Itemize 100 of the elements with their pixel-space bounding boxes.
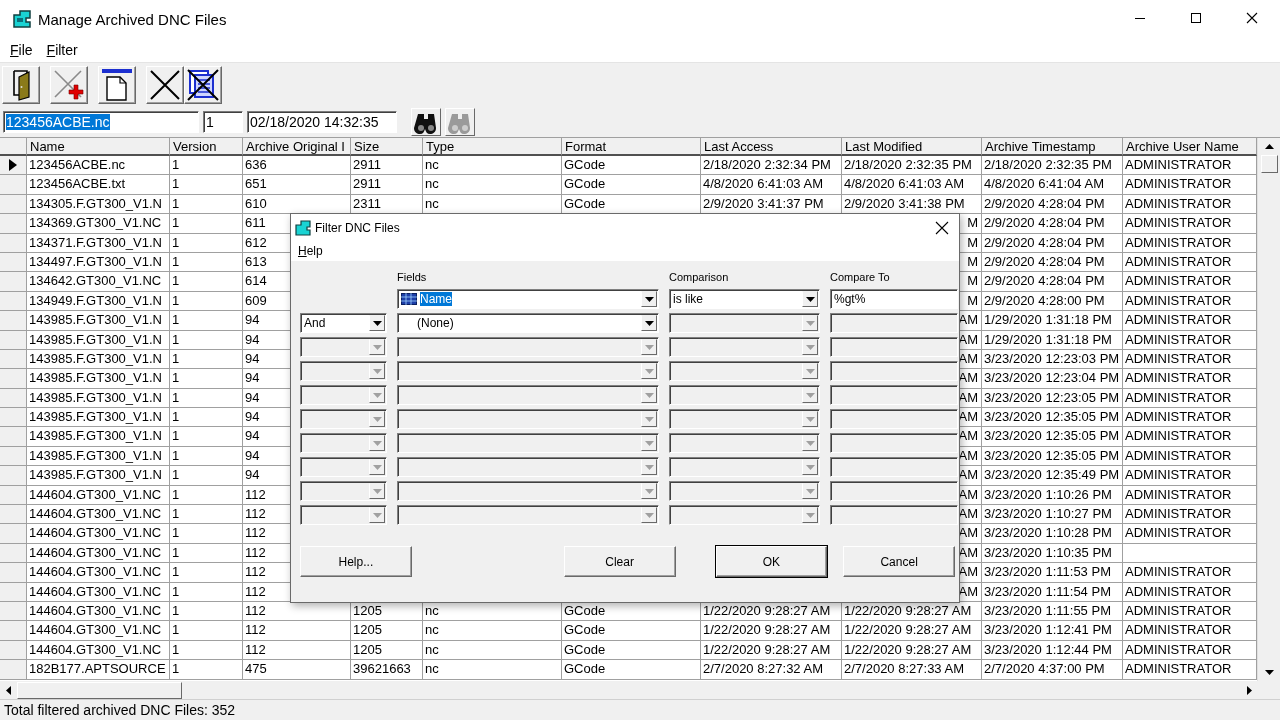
table-cell: 1: [170, 330, 243, 350]
dropdown-arrow-icon: [372, 440, 382, 446]
column-header[interactable]: Type: [423, 138, 562, 156]
cross-icon: [150, 70, 180, 100]
table-cell: 1/29/2020 1:31:18 PM: [982, 311, 1123, 331]
table-cell: 112: [243, 621, 351, 641]
dropdown-arrow-icon: [372, 464, 382, 470]
table-cell: 1: [170, 214, 243, 234]
row-header[interactable]: [0, 156, 27, 176]
scroll-thumb[interactable]: [1260, 155, 1278, 173]
toolbar-button[interactable]: [98, 66, 136, 104]
door-icon: [11, 69, 31, 101]
table-cell: 4/8/2020 6:41:03 AM: [842, 175, 982, 195]
vertical-scrollbar[interactable]: [1257, 138, 1280, 681]
table-cell: 144604.GT300_V1.NC: [27, 543, 170, 564]
field-dropdown[interactable]: (None): [397, 313, 659, 333]
table-cell: 1: [170, 194, 243, 215]
table-cell: 144604.GT300_V1.NC: [27, 602, 170, 622]
table-cell: 2/9/2020 4:28:04 PM: [982, 233, 1123, 253]
menu-item[interactable]: Filter: [39, 42, 85, 58]
table-cell: 2/7/2020 4:37:00 PM: [982, 660, 1123, 680]
find-button[interactable]: [411, 108, 441, 136]
column-header[interactable]: Last Access: [701, 138, 842, 156]
table-cell: 2/18/2020 2:32:35 PM: [982, 156, 1123, 176]
table-cell: 3/23/2020 1:10:35 PM: [982, 543, 1123, 564]
dropdown-arrow-icon: [372, 512, 382, 518]
dropdown-arrow-icon: [805, 440, 815, 446]
timestamp-field[interactable]: 02/18/2020 14:32:35: [247, 111, 397, 133]
table-cell: 1: [170, 175, 243, 195]
dialog-button[interactable]: OK: [715, 546, 828, 577]
menu-item[interactable]: File: [3, 42, 40, 58]
dropdown-arrow-icon: [805, 416, 815, 422]
table-cell: 39621663: [351, 660, 423, 680]
table-cell: 144604.GT300_V1.NC: [27, 640, 170, 661]
column-header[interactable]: Last Modified: [842, 138, 982, 156]
conjunction-dropdown[interactable]: And: [300, 313, 387, 333]
dropdown-arrow-icon: [805, 320, 815, 326]
table-cell: 3/23/2020 12:35:05 PM: [982, 408, 1123, 428]
table-cell: 651: [243, 175, 351, 195]
table-cell: 3/23/2020 12:35:05 PM: [982, 427, 1123, 447]
dialog-button[interactable]: Help...: [300, 546, 412, 577]
app-icon: [12, 9, 32, 29]
table-cell: 1: [170, 543, 243, 564]
column-label: Comparison: [669, 270, 730, 285]
table-cell: 2/18/2020 2:32:35 PM: [842, 156, 982, 176]
column-header[interactable]: Archive Original I: [243, 138, 351, 156]
table-cell: 134642.GT300_V1.NC: [27, 272, 170, 292]
toolbar-button[interactable]: [184, 66, 222, 104]
dialog-button[interactable]: Cancel: [843, 546, 955, 577]
table-cell: nc: [423, 640, 562, 661]
table-cell: 3/23/2020 12:23:04 PM: [982, 369, 1123, 389]
table-cell: 3/23/2020 1:11:55 PM: [982, 602, 1123, 622]
dropdown-arrow-icon: [372, 368, 382, 374]
table-cell: GCode: [562, 175, 701, 195]
dropdown-arrow-icon: [372, 344, 382, 350]
table-cell: 2/9/2020 4:28:04 PM: [982, 214, 1123, 234]
window-title: Manage Archived DNC Files: [38, 10, 227, 28]
column-header[interactable]: Format: [562, 138, 701, 156]
table-cell: 1: [170, 563, 243, 583]
comparison-dropdown[interactable]: is like: [669, 289, 820, 309]
scroll-thumb[interactable]: [17, 681, 182, 699]
name-field[interactable]: 123456ACBE.nc: [3, 111, 199, 133]
column-header[interactable]: Archive Timestamp: [982, 138, 1123, 156]
dialog-button[interactable]: Clear: [563, 546, 676, 577]
table-cell: 3/23/2020 1:10:26 PM: [982, 485, 1123, 506]
toolbar-button[interactable]: [50, 66, 88, 104]
table-cell: 144604.GT300_V1.NC: [27, 563, 170, 583]
column-header[interactable]: Name: [27, 138, 170, 156]
status-bar: Total filtered archived DNC Files: 352: [0, 699, 1280, 720]
table-cell: 3/23/2020 12:23:03 PM: [982, 349, 1123, 370]
column-header[interactable]: Size: [351, 138, 423, 156]
column-header[interactable]: Archive User Name: [1123, 138, 1257, 156]
table-cell: 112: [243, 640, 351, 661]
table-cell: 4/8/2020 6:41:04 AM: [982, 175, 1123, 195]
table-cell: 1/22/2020 9:28:27 AM: [701, 621, 842, 641]
table-cell: nc: [423, 175, 562, 195]
dropdown-arrow-icon: [644, 464, 654, 470]
table-cell: 3/23/2020 1:10:27 PM: [982, 505, 1123, 525]
toolbar-button[interactable]: [146, 66, 184, 104]
dropdown-arrow-icon: [644, 392, 654, 398]
table-cell: 143985.F.GT300_V1.N: [27, 446, 170, 467]
toolbar-button[interactable]: [2, 66, 40, 104]
table-cell: 1: [170, 427, 243, 447]
table-cell: GCode: [562, 660, 701, 680]
column-label: Fields: [397, 270, 428, 285]
compare-to-field[interactable]: %gt%: [830, 289, 958, 309]
table-cell: nc: [423, 156, 562, 176]
version-field[interactable]: 1: [203, 111, 243, 133]
table-cell: 3/23/2020 12:35:49 PM: [982, 466, 1123, 486]
column-header[interactable]: Version: [170, 138, 243, 156]
table-cell: 1/22/2020 9:28:27 AM: [842, 640, 982, 661]
table-cell: 1: [170, 660, 243, 680]
table-cell: 1/29/2020 1:31:18 PM: [982, 330, 1123, 350]
table-cell: 134305.F.GT300_V1.N: [27, 194, 170, 215]
table-cell: nc: [423, 660, 562, 680]
table-cell: 1: [170, 272, 243, 292]
table-cell: 1/22/2020 9:28:27 AM: [701, 640, 842, 661]
table-cell: 1/22/2020 9:28:27 AM: [842, 621, 982, 641]
table-cell: 144604.GT300_V1.NC: [27, 524, 170, 544]
field-dropdown[interactable]: Name: [397, 289, 659, 309]
